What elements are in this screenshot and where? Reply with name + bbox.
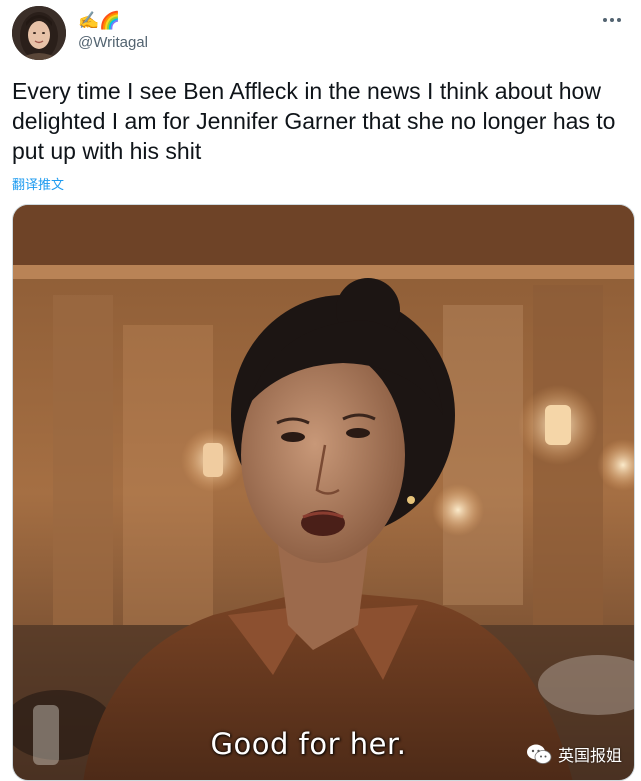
more-horizontal-icon (603, 18, 621, 22)
more-options-button[interactable] (595, 6, 629, 34)
watermark-text: 英国报姐 (557, 746, 622, 765)
tweet-media[interactable]: Good for her. 英国报姐 (12, 204, 635, 781)
avatar-image (12, 6, 66, 60)
user-handle[interactable]: @Writagal (78, 34, 148, 51)
video-frame-image (13, 205, 634, 780)
display-name[interactable]: ✍️🌈 (78, 10, 120, 32)
translate-tweet-link[interactable]: 翻译推文 (12, 174, 64, 193)
display-name-emoji: ✍️🌈 (78, 11, 121, 30)
wechat-icon (526, 744, 552, 764)
tweet-text: Every time I see Ben Affleck in the news… (12, 78, 616, 164)
source-watermark: 英国报姐 (526, 742, 622, 766)
avatar[interactable] (12, 6, 66, 60)
